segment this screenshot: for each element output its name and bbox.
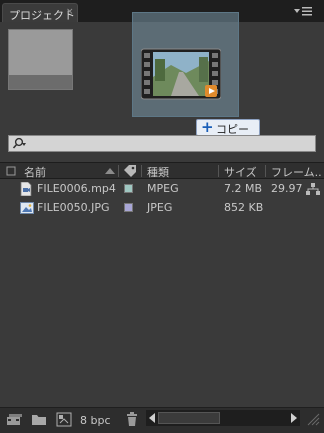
image-file-icon: [20, 202, 34, 214]
panel-menu-icon[interactable]: [292, 5, 314, 17]
file-name: FILE0050.JPG: [37, 201, 110, 214]
column-name[interactable]: 名前: [24, 164, 46, 180]
horizontal-scrollbar[interactable]: [146, 410, 300, 426]
file-name: FILE0006.mp4: [37, 182, 116, 195]
column-separator[interactable]: [265, 165, 266, 177]
file-type: JPEG: [147, 201, 173, 214]
film-clip-icon: [141, 48, 221, 100]
project-tab[interactable]: プロジェクト ×: [2, 3, 78, 22]
column-header: 名前 種類 サイズ フレーム..: [0, 162, 324, 179]
column-frame-rate[interactable]: フレーム..: [271, 164, 322, 180]
column-separator[interactable]: [141, 165, 142, 177]
frame-rate: 29.97: [271, 182, 303, 195]
file-size: 7.2 MB: [224, 182, 263, 195]
label-color-swatch[interactable]: [124, 184, 133, 193]
column-separator[interactable]: [118, 165, 119, 177]
label-color-swatch[interactable]: [124, 203, 133, 212]
interpret-footage-icon[interactable]: [6, 413, 24, 427]
scroll-right-arrow-icon[interactable]: [290, 413, 298, 423]
video-file-icon: [20, 182, 32, 196]
color-depth-button[interactable]: 8 bpc: [80, 414, 111, 427]
label-column-icon[interactable]: [6, 166, 16, 176]
tab-close-icon[interactable]: ×: [66, 7, 74, 17]
drag-preview-ghost: [132, 12, 239, 117]
resize-grip-icon[interactable]: [306, 412, 320, 426]
new-folder-icon[interactable]: [31, 413, 47, 426]
tag-icon[interactable]: [123, 165, 137, 177]
copy-drop-tooltip: + コピー: [196, 118, 260, 136]
preview-thumbnail-bar: [9, 75, 72, 89]
scroll-left-arrow-icon[interactable]: [148, 413, 156, 423]
flowchart-icon[interactable]: [306, 183, 320, 196]
file-type: MPEG: [147, 182, 179, 195]
column-separator[interactable]: [218, 165, 219, 177]
search-input[interactable]: [8, 135, 316, 152]
search-icon[interactable]: [12, 137, 27, 150]
file-size: 852 KB: [224, 201, 264, 214]
copy-plus-icon: +: [201, 118, 214, 136]
sort-ascending-icon[interactable]: [104, 167, 116, 175]
scrollbar-thumb[interactable]: [158, 412, 220, 424]
list-item[interactable]: FILE0050.JPG JPEG 852 KB: [0, 199, 324, 217]
column-size[interactable]: サイズ: [224, 164, 257, 180]
new-composition-icon[interactable]: [56, 412, 72, 427]
list-item[interactable]: FILE0006.mp4 MPEG 7.2 MB 29.97: [0, 180, 324, 198]
column-type[interactable]: 種類: [147, 164, 169, 180]
preview-thumbnail: [8, 29, 73, 90]
trash-icon[interactable]: [126, 412, 138, 427]
